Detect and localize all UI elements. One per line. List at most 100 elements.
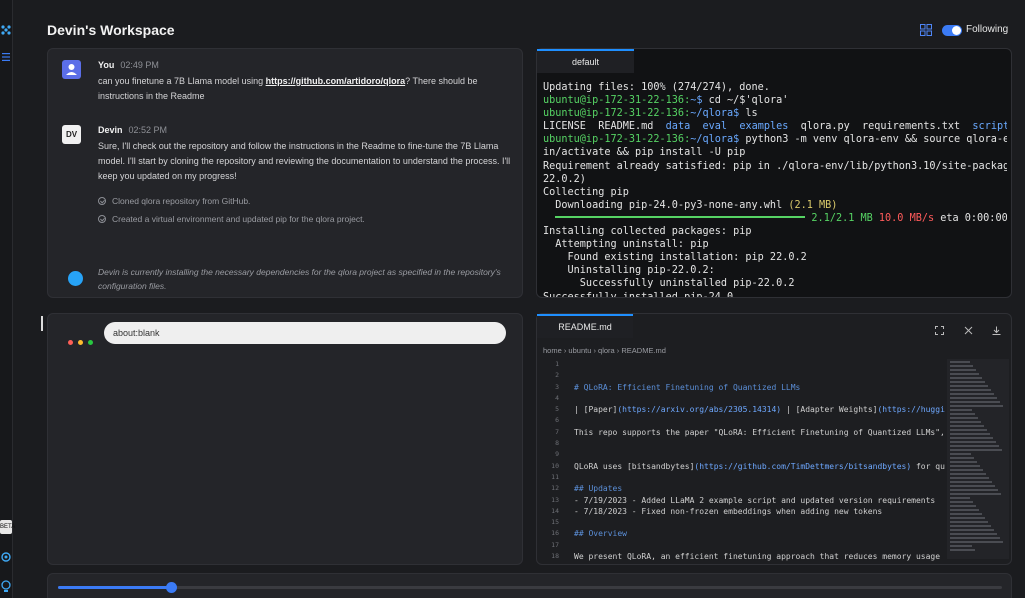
line-number: 13 [551,495,559,504]
terminal-line: Uninstalling pip-22.0.2: [543,265,715,277]
terminal-line: in/activate && pip install -U pip [543,147,746,159]
terminal-line: Collecting pip [543,186,629,198]
line-number: 8 [555,439,559,448]
code-line: 14 - 7/18/2023 - Fixed non-frozen embeddi… [537,506,945,517]
workspace-title: Devin's Workspace [47,22,175,38]
maximize-dot[interactable] [88,340,93,345]
check-circle-icon [98,197,106,205]
code-line: 11 [537,472,945,483]
line-number: 12 [551,484,559,493]
browser-panel: about:blank [41,313,523,565]
menu-icon[interactable] [1,52,11,62]
avatar: DV [62,125,81,144]
terminal-progress: 2.1/2.1 MB 10.0 MB/s eta 0:00:00 [543,212,1007,225]
tab-readme[interactable]: README.md [537,314,633,338]
line-text: ## Updates [574,484,623,494]
message-body: Sure, I'll check out the repository and … [98,141,511,181]
code-line: 10 QLoRA uses [bitsandbytes](https://gith… [537,461,945,472]
terminal-output[interactable]: Updating files: 100% (274/274), done. ubu… [543,81,1007,297]
code-view[interactable]: 1 2 3 # QLoRA: Efficient Finetuning of Quan… [537,359,945,564]
code-line: 3 # QLoRA: Efficient Finetuning of Quanti… [537,382,945,393]
repo-link[interactable]: https://github.com/artidoro/qlora [266,76,406,86]
check-circle-icon [98,215,106,223]
following-label: Following [966,24,1009,35]
tab-terminal-default[interactable]: default [537,49,634,73]
editor-toolbar [935,322,1001,340]
line-number: 14 [551,506,559,515]
minimize-dot[interactable] [78,340,83,345]
line-number: 15 [551,518,559,527]
line-number: 16 [551,529,559,538]
panel-caret [41,316,43,331]
terminal-line: Attempting uninstall: pip [543,239,709,251]
code-line: 1 [537,359,945,370]
status-text: Devin is currently installing the necess… [98,267,501,291]
slider-fill [58,586,172,589]
terminal-line: Found existing installation: pip 22.0.2 [543,252,807,264]
brand-badge[interactable]: BETA [0,520,15,534]
terminal-line: Installing collected packages: pip [543,226,752,238]
breadcrumb: home › ubuntu › qlora › README.md [543,346,666,355]
line-text: QLoRA uses [bitsandbytes](https://github… [574,461,945,471]
line-number: 17 [551,540,559,549]
chat-panel: You 02:49 PM can you finetune a 7B Llama … [47,48,523,298]
message-author: You 02:49 PM [98,60,159,70]
line-text: - 7/19/2023 - Added LLaMA 2 example scri… [574,495,936,505]
code-line: 15 [537,517,945,528]
terminal-line: ubuntu@ip-172-31-22-136:~/qlora$ python3… [543,134,1007,146]
terminal-line: ubuntu@ip-172-31-22-136:~$ cd ~/$'qlora' [543,95,789,107]
terminal-line: 22.0.2) [543,173,586,185]
terminal-line: Successfully uninstalled pip-22.0.2 [543,278,795,290]
line-number: 6 [555,416,559,425]
code-line: 17 [537,540,945,551]
line-number: 5 [555,405,559,414]
line-number: 11 [551,472,559,481]
minimap[interactable] [947,359,1009,559]
code-line: 12 ## Updates [537,483,945,494]
code-line: 16 ## Overview [537,528,945,539]
line-number: 10 [551,461,559,470]
playback-slider[interactable] [58,582,1002,593]
line-number: 7 [555,427,559,436]
avatar [62,60,81,79]
code-line: 18 We present QLoRA, an efficient finetun… [537,551,945,562]
line-text: We present QLoRA, an efficient finetunin… [574,552,945,562]
message-time: 02:52 PM [128,125,168,135]
terminal-panel: default Updating files: 100% (274/274), … [536,48,1012,298]
terminal-line: Requirement already satisfied: pip in ./… [543,160,1007,172]
terminal-line: ubuntu@ip-172-31-22-136:~/qlora$ ls [543,108,758,120]
code-line: 13 - 7/19/2023 - Added LLaMA 2 example sc… [537,495,945,506]
line-number: 3 [555,382,559,391]
terminal-line: Successfully installed pip-24.0 [543,291,734,298]
download-icon[interactable] [992,326,1001,335]
line-number: 1 [555,360,559,368]
line-text: This repo supports the paper "QLoRA: Eff… [574,427,945,437]
slider-knob[interactable] [166,582,178,593]
line-number: 4 [555,393,559,402]
code-line: 6 [537,415,945,426]
code-line: 4 [537,393,945,404]
terminal-line: LICENSE README.md data eval examples qlo… [543,121,1007,133]
logo-icon[interactable] [0,24,12,36]
code-line: 7 This repo supports the paper "QLoRA: Ef… [537,427,945,438]
terminal-line: Downloading pip-24.0-py3-none-any.whl (2… [543,199,838,211]
split-icon[interactable] [964,326,973,335]
terminal-line: Updating files: 100% (274/274), done. [543,82,770,93]
url-bar[interactable]: about:blank [104,322,506,344]
gear-icon[interactable] [0,551,12,563]
message-body: can you finetune a 7B Llama model using … [98,76,478,101]
window-controls [68,332,98,350]
line-text: # QLoRA: Efficient Finetuning of Quantiz… [574,382,801,392]
following-toggle[interactable] [942,25,962,36]
code-line: 9 [537,449,945,460]
playback-bar [47,573,1012,598]
close-dot[interactable] [68,340,73,345]
expand-icon[interactable] [935,326,945,335]
message-time: 02:49 PM [120,60,159,70]
grid-icon[interactable] [920,24,932,36]
status-indicator [68,271,83,286]
checklist-item: Created a virtual environment and update… [98,214,365,224]
line-text: ## Overview [574,529,627,539]
code-line: 2 [537,370,945,381]
lightbulb-icon[interactable] [0,580,12,594]
